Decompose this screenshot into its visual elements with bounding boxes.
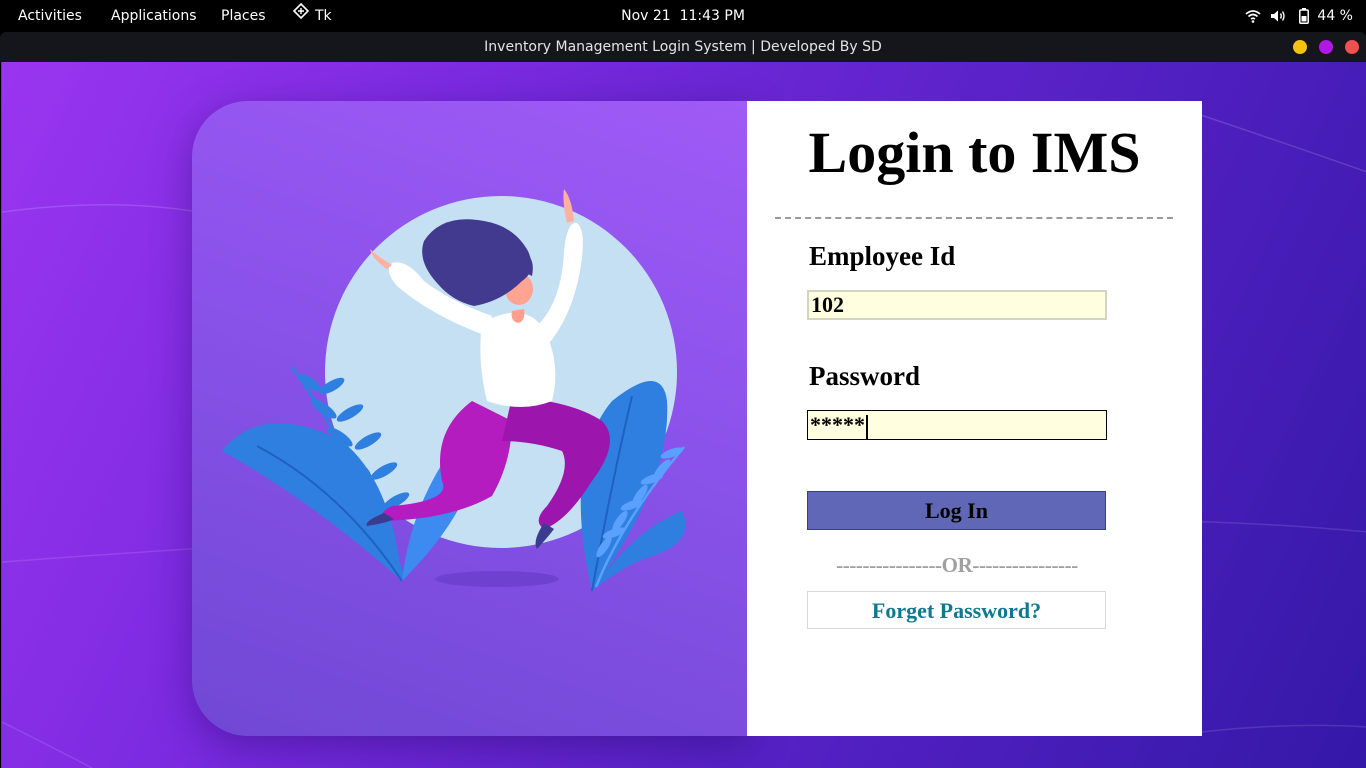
- clock[interactable]: Nov 21 11:43 PM: [621, 8, 745, 24]
- login-title: Login to IMS: [808, 120, 1141, 185]
- employee-id-label: Employee Id: [809, 241, 956, 271]
- window-title-bar[interactable]: Inventory Management Login System | Deve…: [0, 32, 1366, 62]
- battery-percentage: 44 %: [1317, 8, 1353, 24]
- or-divider: ----------------OR----------------: [836, 553, 1078, 577]
- close-button[interactable]: [1345, 40, 1359, 54]
- text-cursor: [866, 414, 868, 439]
- window-title: Inventory Management Login System | Deve…: [484, 39, 882, 55]
- app-menu-label: Tk: [315, 8, 332, 24]
- password-field[interactable]: *****: [807, 410, 1107, 440]
- jumping-woman-illustration: [222, 189, 686, 592]
- app-canvas: Login to IMS Employee Id 102 Password **…: [1, 62, 1366, 768]
- maximize-button[interactable]: [1319, 40, 1333, 54]
- tk-app-icon: [292, 0, 310, 31]
- clock-container: Nov 21 11:43 PM: [0, 0, 1366, 32]
- forget-password-button[interactable]: Forget Password?: [807, 591, 1106, 629]
- applications-menu[interactable]: Applications: [111, 0, 197, 32]
- volume-icon: [1269, 9, 1287, 23]
- minimize-button[interactable]: [1293, 40, 1307, 54]
- places-menu[interactable]: Places: [221, 0, 266, 32]
- illustration-panel: [192, 101, 748, 736]
- employee-id-value: 102: [811, 292, 844, 317]
- login-button[interactable]: Log In: [807, 491, 1106, 530]
- system-tray[interactable]: 44 %: [1245, 0, 1353, 32]
- title-separator: [775, 217, 1173, 219]
- employee-id-field[interactable]: 102: [807, 290, 1107, 320]
- battery-icon: [1299, 8, 1310, 24]
- password-value: *****: [810, 412, 865, 437]
- top-bar: Activities Applications Places Tk Nov 21…: [0, 0, 1366, 32]
- wifi-icon: [1245, 9, 1261, 23]
- activities-button[interactable]: Activities: [18, 0, 82, 32]
- login-panel: Login to IMS Employee Id 102 Password **…: [747, 101, 1202, 736]
- password-label: Password: [809, 361, 921, 391]
- app-menu[interactable]: Tk: [292, 0, 332, 32]
